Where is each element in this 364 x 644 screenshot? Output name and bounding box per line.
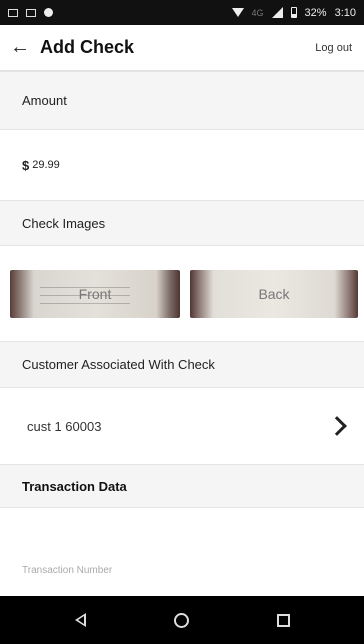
recents-square-icon: [276, 613, 290, 627]
nav-recents-button[interactable]: [263, 600, 303, 640]
customer-section-header: Customer Associated With Check: [0, 341, 364, 388]
check-images-section-header: Check Images: [0, 200, 364, 246]
signal-icon: [271, 7, 283, 18]
nav-back-button[interactable]: [61, 600, 101, 640]
system-nav-bar: [0, 596, 364, 644]
check-images-row: Front Back: [0, 246, 364, 341]
clock: 3:10: [334, 6, 356, 19]
chevron-right-icon: [327, 416, 347, 436]
back-label: Back: [258, 285, 290, 302]
battery-icon: [290, 7, 297, 18]
home-circle-icon: [174, 612, 190, 628]
transaction-section-header: Transaction Data: [0, 464, 364, 508]
wifi-icon: [231, 8, 244, 17]
app-bar: ← Add Check Log out: [0, 25, 364, 71]
status-bar: 4G 32% 3:10: [0, 0, 364, 25]
customer-name: cust 1 60003: [27, 418, 102, 434]
battery-percent: 32%: [304, 6, 327, 19]
network-type: 4G: [251, 7, 264, 18]
sim-icon: [26, 8, 36, 17]
page-title: Add Check: [40, 37, 135, 57]
check-front-image[interactable]: Front: [10, 269, 180, 318]
notification-icon: [44, 8, 53, 17]
logout-button[interactable]: Log out: [315, 42, 364, 54]
currency-symbol: $: [22, 157, 30, 173]
amount-value[interactable]: 29.99: [32, 159, 60, 171]
nav-home-button[interactable]: [162, 600, 202, 640]
back-arrow-icon[interactable]: ←: [0, 25, 40, 71]
customer-row[interactable]: cust 1 60003: [0, 388, 364, 464]
status-left: [8, 8, 53, 17]
front-label: Front: [78, 285, 112, 302]
transaction-number-input[interactable]: Transaction Number: [22, 565, 112, 576]
amount-section-header: Amount: [0, 71, 364, 130]
status-right: 4G 32% 3:10: [231, 6, 356, 19]
check-back-image[interactable]: Back: [190, 269, 358, 318]
screenshot-icon: [8, 8, 18, 17]
amount-row[interactable]: $ 29.99: [0, 130, 364, 200]
back-triangle-icon: [75, 613, 87, 627]
